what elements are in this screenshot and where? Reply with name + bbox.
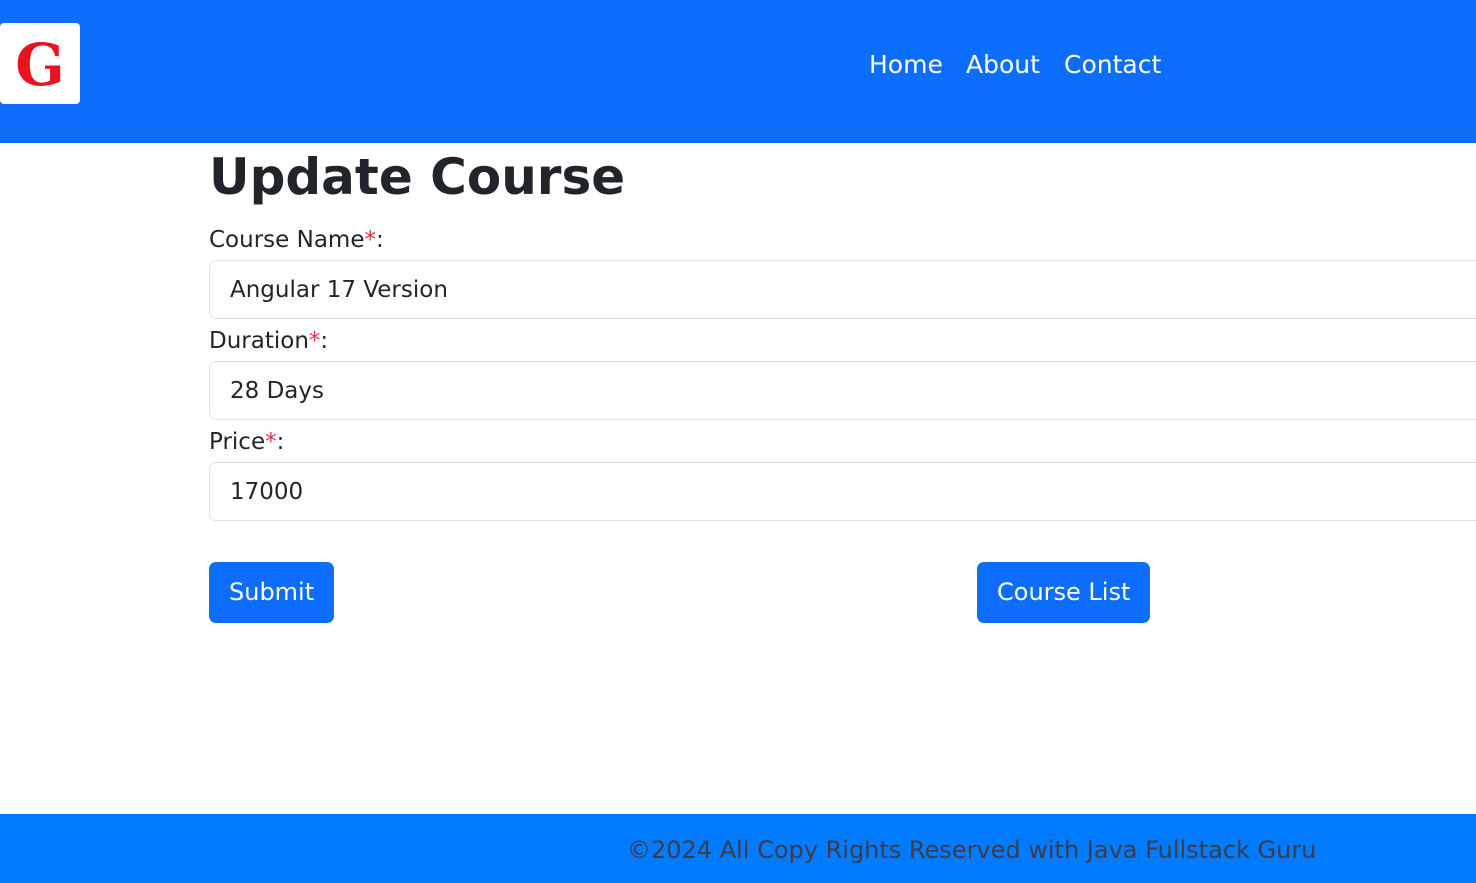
required-asterisk: * xyxy=(308,328,321,354)
price-label-text: Price xyxy=(209,429,266,455)
course-name-label-text: Course Name xyxy=(209,227,365,253)
navbar: G Home About Contact xyxy=(0,0,1476,127)
nav-home-link[interactable]: Home xyxy=(869,48,943,82)
duration-label-text: Duration xyxy=(209,328,309,354)
required-asterisk: * xyxy=(265,429,277,455)
required-asterisk: * xyxy=(364,227,376,253)
navbar-bottom-strip xyxy=(0,127,1476,143)
price-input[interactable] xyxy=(209,462,1476,521)
nav-about-link[interactable]: About xyxy=(966,48,1040,82)
page-title: Update Course xyxy=(209,148,626,206)
price-label: Price*: xyxy=(209,427,284,457)
brand-logo[interactable]: G xyxy=(0,23,80,104)
nav-contact-link[interactable]: Contact xyxy=(1064,48,1161,82)
course-name-label: Course Name*: xyxy=(209,225,384,255)
footer: ©2024 All Copy Rights Reserved with Java… xyxy=(0,814,1476,883)
course-name-input[interactable] xyxy=(209,260,1476,319)
label-colon: : xyxy=(276,429,285,455)
duration-input[interactable] xyxy=(209,361,1476,420)
course-list-button[interactable]: Course List xyxy=(977,562,1151,623)
duration-label: Duration*: xyxy=(209,326,328,356)
g-logo-icon: G xyxy=(15,31,65,99)
svg-text:G: G xyxy=(15,31,65,99)
label-colon: : xyxy=(375,227,384,253)
submit-button[interactable]: Submit xyxy=(209,562,335,623)
footer-copyright: ©2024 All Copy Rights Reserved with Java… xyxy=(627,836,1317,864)
label-colon: : xyxy=(320,328,329,354)
